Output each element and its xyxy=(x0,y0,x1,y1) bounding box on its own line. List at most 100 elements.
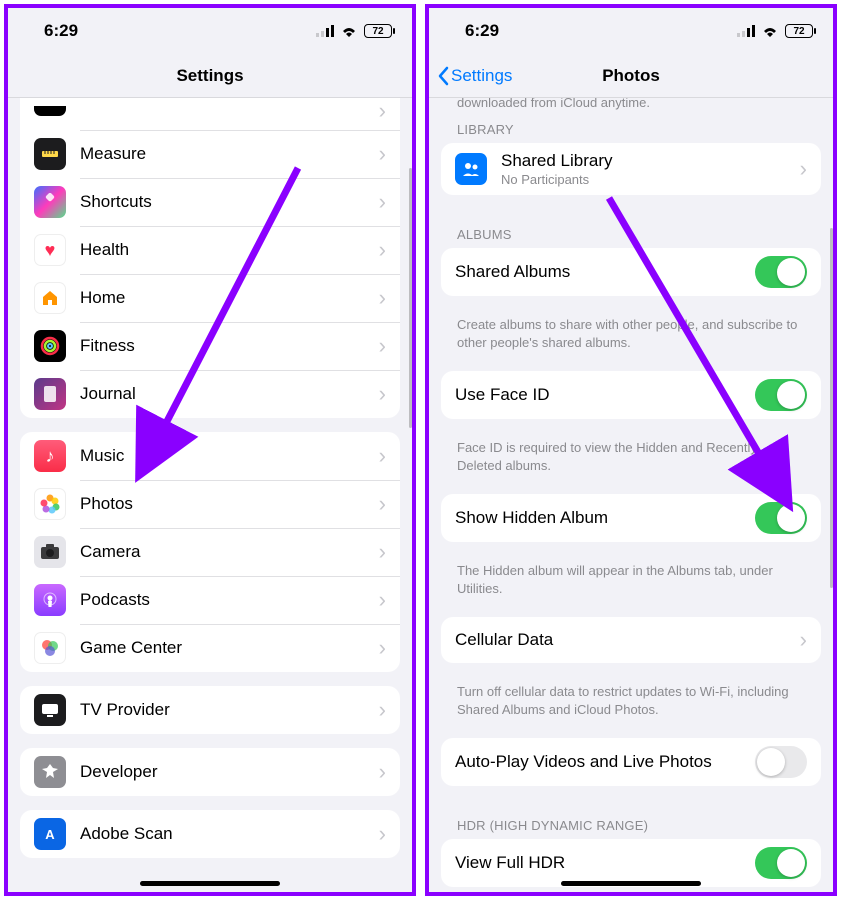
autoplay-toggle[interactable] xyxy=(755,746,807,778)
cellular-data-row[interactable]: Cellular Data › xyxy=(441,617,821,663)
settings-group-3: TV Provider › xyxy=(20,686,400,734)
row-label: Adobe Scan xyxy=(80,824,373,844)
shared-albums-row[interactable]: Shared Albums xyxy=(441,248,821,296)
row-label: Podcasts xyxy=(80,590,373,610)
status-indicators: 72 xyxy=(737,24,813,38)
adobescan-icon: A xyxy=(34,818,66,850)
row-label: Photos xyxy=(80,494,373,514)
show-hidden-album-toggle[interactable] xyxy=(755,502,807,534)
journal-icon xyxy=(34,378,66,410)
row-label: Shared Library xyxy=(501,151,794,171)
chevron-icon: › xyxy=(379,539,386,565)
chevron-icon: › xyxy=(379,759,386,785)
settings-row-home[interactable]: Home › xyxy=(20,274,400,322)
chevron-icon: › xyxy=(379,381,386,407)
row-subtitle: No Participants xyxy=(501,172,794,187)
row-label: Use Face ID xyxy=(455,385,755,405)
settings-row-camera[interactable]: Camera › xyxy=(20,528,400,576)
settings-row-tvprovider[interactable]: TV Provider › xyxy=(20,686,400,734)
settings-group-2: ♪ Music › Photos › Camera › Podcasts › G… xyxy=(20,432,400,672)
settings-row-music[interactable]: ♪ Music › xyxy=(20,432,400,480)
back-button[interactable]: Settings xyxy=(429,66,512,86)
chevron-icon: › xyxy=(379,443,386,469)
nav-title: Settings xyxy=(8,66,412,86)
row-label: Shared Albums xyxy=(455,262,755,282)
row-label: Auto-Play Videos and Live Photos xyxy=(455,752,755,772)
status-indicators: 72 xyxy=(316,24,392,38)
chevron-icon: › xyxy=(379,821,386,847)
battery-level: 72 xyxy=(372,26,383,37)
show-hidden-album-row[interactable]: Show Hidden Album xyxy=(441,494,821,542)
hidden-album-group: Show Hidden Album xyxy=(441,494,821,542)
status-bar: 6:29 72 xyxy=(8,8,412,54)
chevron-icon: › xyxy=(800,627,807,653)
row-label: Home xyxy=(80,288,373,308)
wallet-icon xyxy=(34,106,66,116)
scroll-indicator[interactable] xyxy=(830,228,833,588)
shortcuts-icon xyxy=(34,186,66,218)
cutoff-footer: downloaded from iCloud anytime. xyxy=(429,98,833,110)
home-icon xyxy=(34,282,66,314)
health-icon: ♥ xyxy=(34,234,66,266)
shared-library-row[interactable]: Shared Library No Participants › xyxy=(441,143,821,195)
settings-group-4: Developer › xyxy=(20,748,400,796)
autoplay-row[interactable]: Auto-Play Videos and Live Photos xyxy=(441,738,821,786)
row-label: Game Center xyxy=(80,638,373,658)
settings-row-photos[interactable]: Photos › xyxy=(20,480,400,528)
back-label: Settings xyxy=(451,66,512,86)
developer-icon xyxy=(34,756,66,788)
shared-albums-footer: Create albums to share with other people… xyxy=(429,310,833,361)
photos-icon xyxy=(34,488,66,520)
chevron-icon: › xyxy=(379,285,386,311)
scroll-indicator[interactable] xyxy=(409,168,412,428)
chevron-icon: › xyxy=(379,697,386,723)
battery-icon: 72 xyxy=(785,24,813,38)
settings-group-1: › Measure › Shortcuts › ♥ Health › Home … xyxy=(20,98,400,418)
nav-bar: Settings Photos xyxy=(429,54,833,98)
gamecenter-icon xyxy=(34,632,66,664)
chevron-icon: › xyxy=(379,491,386,517)
nav-bar: Settings xyxy=(8,54,412,98)
cellular-icon xyxy=(316,25,334,37)
row-label: Developer xyxy=(80,762,373,782)
row-label: Show Hidden Album xyxy=(455,508,755,528)
chevron-icon: › xyxy=(379,141,386,167)
settings-row-journal[interactable]: Journal › xyxy=(20,370,400,418)
row-label: Camera xyxy=(80,542,373,562)
home-indicator[interactable] xyxy=(561,881,701,886)
battery-icon: 72 xyxy=(364,24,392,38)
row-label: Health xyxy=(80,240,373,260)
status-time: 6:29 xyxy=(44,21,78,41)
status-bar: 6:29 72 xyxy=(429,8,833,54)
settings-row-measure[interactable]: Measure › xyxy=(20,130,400,178)
row-label: Cellular Data xyxy=(455,630,794,650)
chevron-icon: › xyxy=(379,635,386,661)
row-label: Journal xyxy=(80,384,373,404)
shared-albums-toggle[interactable] xyxy=(755,256,807,288)
view-full-hdr-toggle[interactable] xyxy=(755,847,807,879)
use-faceid-toggle[interactable] xyxy=(755,379,807,411)
show-hidden-footer: The Hidden album will appear in the Albu… xyxy=(429,556,833,607)
settings-row-podcasts[interactable]: Podcasts › xyxy=(20,576,400,624)
chevron-icon: › xyxy=(379,587,386,613)
chevron-icon: › xyxy=(379,333,386,359)
library-group: Shared Library No Participants › xyxy=(441,143,821,195)
settings-row-fitness[interactable]: Fitness › xyxy=(20,322,400,370)
autoplay-group: Auto-Play Videos and Live Photos xyxy=(441,738,821,786)
cellular-group: Cellular Data › xyxy=(441,617,821,663)
settings-row-developer[interactable]: Developer › xyxy=(20,748,400,796)
home-indicator[interactable] xyxy=(140,881,280,886)
chevron-icon: › xyxy=(379,189,386,215)
settings-row-adobescan[interactable]: A Adobe Scan › xyxy=(20,810,400,858)
row-label: Music xyxy=(80,446,373,466)
settings-row-gamecenter[interactable]: Game Center › xyxy=(20,624,400,672)
section-title-library: LIBRARY xyxy=(429,110,833,143)
settings-row-shortcuts[interactable]: Shortcuts › xyxy=(20,178,400,226)
use-faceid-row[interactable]: Use Face ID xyxy=(441,371,821,419)
section-title-albums: ALBUMS xyxy=(429,209,833,248)
settings-row-health[interactable]: ♥ Health › xyxy=(20,226,400,274)
section-title-hdr: HDR (HIGH DYNAMIC RANGE) xyxy=(429,800,833,839)
cellular-footer: Turn off cellular data to restrict updat… xyxy=(429,677,833,728)
shared-library-icon xyxy=(455,153,487,185)
settings-row-wallet[interactable]: › xyxy=(20,98,400,130)
